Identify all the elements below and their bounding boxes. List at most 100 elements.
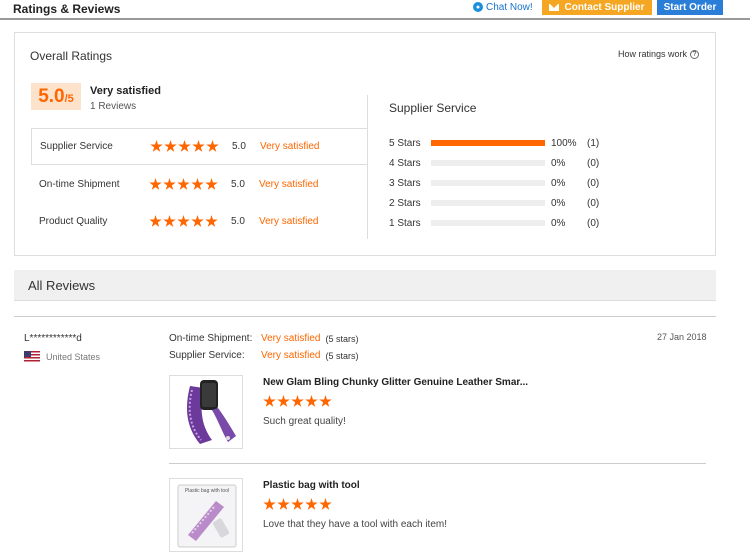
category-label: Supplier Service <box>40 141 113 152</box>
star-icon <box>305 395 318 407</box>
distribution-bar <box>431 140 545 146</box>
star-icon <box>164 140 177 152</box>
product-name[interactable]: New Glam Bling Chunky Glitter Genuine Le… <box>263 377 528 388</box>
reviewer-name: L************d <box>24 333 82 344</box>
page-title: Ratings & Reviews <box>13 2 121 16</box>
rating-stars-text: (5 stars) <box>325 333 359 344</box>
overall-score: 5.0 <box>38 86 65 107</box>
star-icon <box>149 178 162 190</box>
star-icon <box>277 498 290 510</box>
category-verdict: Very satisfied <box>259 179 319 190</box>
category-value: 5.0 <box>232 141 246 152</box>
reviews-count: 1 Reviews <box>90 101 137 112</box>
distribution-bar <box>431 160 545 166</box>
contact-supplier-label: Contact Supplier <box>564 2 645 13</box>
rating-verdict: Very satisfied <box>261 333 321 344</box>
distribution-row-4: 4 Stars 0% (0) <box>389 156 607 170</box>
star-icon <box>191 215 204 227</box>
star-icon <box>177 215 190 227</box>
review-rating-shipment: On-time Shipment: Very satisfied (5 star… <box>169 333 359 344</box>
how-ratings-work-link[interactable]: How ratings work ? <box>618 49 699 59</box>
product-thumbnail[interactable]: Plastic bag with tool <box>169 478 243 552</box>
distribution-percent: 0% <box>551 157 566 169</box>
overall-ratings-panel: Overall Ratings How ratings work ? 5.0 /… <box>14 32 716 256</box>
star-icon <box>319 395 332 407</box>
star-icon <box>191 178 204 190</box>
us-flag-icon <box>24 351 40 362</box>
distribution-row-3: 3 Stars 0% (0) <box>389 176 607 190</box>
distribution-bar <box>431 200 545 206</box>
category-row-product-quality: Product Quality 5.0 Very satisfied <box>31 203 367 240</box>
star-icon <box>150 140 163 152</box>
distribution-row-1: 1 Stars 0% (0) <box>389 216 607 230</box>
rating-verdict: Very satisfied <box>261 350 321 361</box>
star-rating <box>149 215 231 228</box>
star-icon <box>206 140 219 152</box>
reviewer-country: United States <box>24 351 100 362</box>
star-icon <box>149 215 162 227</box>
distribution-percent: 0% <box>551 197 566 209</box>
distribution-percent: 0% <box>551 177 566 189</box>
product-star-rating <box>263 498 332 511</box>
review-comment: Such great quality! <box>263 416 346 427</box>
star-icon <box>205 178 218 190</box>
distribution-label: 4 Stars <box>389 157 421 169</box>
distribution-row-2: 2 Stars 0% (0) <box>389 196 607 210</box>
star-icon <box>263 395 276 407</box>
chat-icon: ● <box>473 2 483 12</box>
category-verdict: Very satisfied <box>260 141 320 152</box>
category-value: 5.0 <box>231 216 245 227</box>
star-icon <box>319 498 332 510</box>
distribution-fill <box>431 140 545 146</box>
how-ratings-work-label: How ratings work <box>617 49 687 59</box>
chat-now-link[interactable]: ● Chat Now! <box>473 0 533 14</box>
rating-key: On-time Shipment: <box>169 333 253 344</box>
start-order-button[interactable]: Start Order <box>657 0 723 15</box>
review-date: 27 Jan 2018 <box>657 332 707 342</box>
review-comment: Love that they have a tool with each ite… <box>263 519 447 530</box>
star-icon <box>291 395 304 407</box>
category-value: 5.0 <box>231 179 245 190</box>
star-icon <box>192 140 205 152</box>
star-icon <box>177 178 190 190</box>
product-thumbnail[interactable] <box>169 375 243 449</box>
star-rating <box>149 178 231 191</box>
star-icon <box>205 215 218 227</box>
distribution-count: (1) <box>587 137 600 149</box>
distribution-bar <box>431 180 545 186</box>
all-reviews-heading: All Reviews <box>28 278 96 293</box>
category-row-on-time-shipment: On-time Shipment 5.0 Very satisfied <box>31 166 367 203</box>
bag-label: Plastic bag with tool <box>185 488 229 494</box>
star-icon <box>305 498 318 510</box>
country-name: United States <box>46 351 101 362</box>
distribution-label: 3 Stars <box>389 177 421 189</box>
overall-score-max: /5 <box>64 93 74 105</box>
divider <box>14 316 716 317</box>
distribution-count: (0) <box>587 157 600 169</box>
star-icon <box>277 395 290 407</box>
rating-stars-text: (5 stars) <box>325 350 359 361</box>
review-rating-service: Supplier Service: Very satisfied (5 star… <box>169 350 359 361</box>
distribution-count: (0) <box>587 197 600 209</box>
contact-supplier-button[interactable]: Contact Supplier <box>542 0 652 15</box>
overall-score-badge: 5.0 /5 <box>31 83 81 110</box>
distribution-percent: 100% <box>551 137 577 149</box>
product-star-rating <box>263 395 332 408</box>
category-label: Product Quality <box>39 216 108 227</box>
distribution-bar <box>431 220 545 226</box>
overall-verdict: Very satisfied <box>90 85 161 97</box>
all-reviews-header: All Reviews <box>14 270 716 301</box>
distribution-label: 1 Stars <box>389 217 421 229</box>
star-icon <box>291 498 304 510</box>
category-row-supplier-service: Supplier Service 5.0 Very satisfied <box>31 128 367 165</box>
star-rating <box>150 140 232 153</box>
product-name[interactable]: Plastic bag with tool <box>263 480 360 491</box>
question-icon: ? <box>690 49 699 59</box>
chat-now-label: Chat Now! <box>486 1 533 13</box>
supplier-service-title: Supplier Service <box>389 101 477 115</box>
divider <box>367 95 368 239</box>
rating-key: Supplier Service: <box>169 350 245 361</box>
plastic-bag-image: Plastic bag with tool <box>177 484 237 548</box>
divider <box>169 463 706 464</box>
overall-ratings-heading: Overall Ratings <box>30 49 113 63</box>
